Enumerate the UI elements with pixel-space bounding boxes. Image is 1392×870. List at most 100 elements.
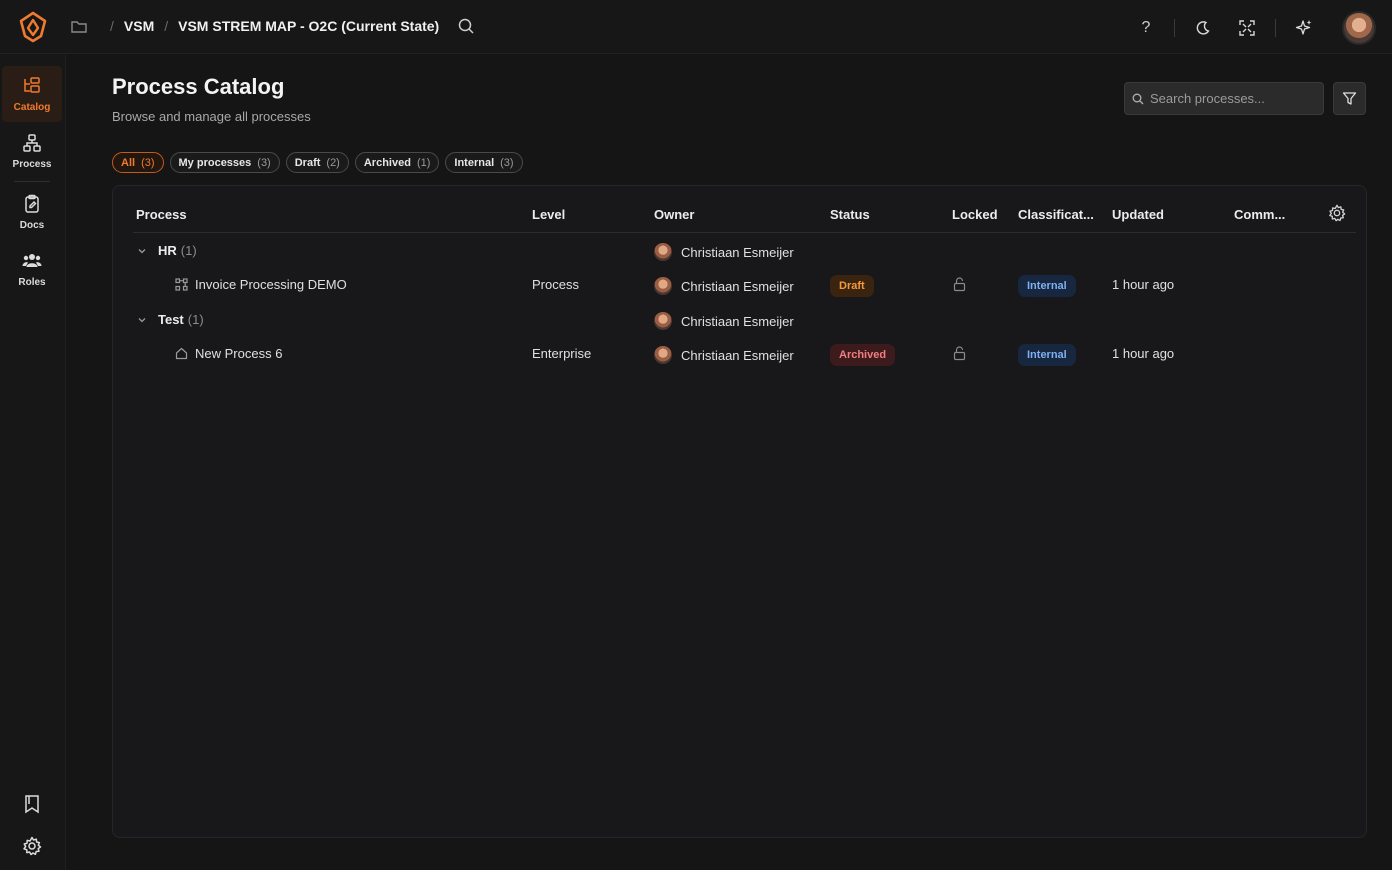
moon-icon [1196,21,1210,35]
help-button[interactable]: ? [1130,12,1162,44]
status-badge: Draft [830,275,874,297]
avatar [654,243,672,261]
owner-cell: Christiaan Esmeijer [654,243,794,261]
avatar [654,346,672,364]
fullscreen-button[interactable] [1231,12,1263,44]
locked-cell [953,346,966,361]
column-header-updated[interactable]: Updated [1112,207,1164,222]
chevron-down-icon[interactable] [137,315,147,325]
group-name: HR [158,243,177,258]
group-count: (1) [187,312,204,327]
table-header: Process Level Owner Status Locked Classi… [113,186,1366,233]
bookmark-icon [25,795,39,814]
group-count: (1) [180,243,197,258]
chevron-down-icon[interactable] [137,246,147,256]
rail-item-catalog[interactable]: Catalog [2,66,62,122]
rail-item-docs[interactable]: Docs [2,184,62,240]
sitemap-icon [23,133,41,152]
unlock-icon[interactable] [953,346,966,361]
help-icon: ? [1141,19,1151,36]
sparkles-icon [1295,20,1312,35]
search-icon[interactable] [457,17,475,35]
top-bar: / VSM / VSM STREM MAP - O2C (Current Sta… [0,0,1392,54]
app-logo-icon[interactable] [16,10,50,44]
search-input[interactable] [1150,91,1320,106]
folder-icon[interactable] [70,17,88,35]
process-table: Process Level Owner Status Locked Classi… [112,185,1367,838]
breadcrumb-separator: / [164,18,169,34]
chip-internal[interactable]: Internal (3) [445,152,523,173]
chip-label: Archived [363,156,411,169]
expand-icon [1239,20,1255,36]
rail-label: Docs [19,219,45,231]
chip-label: Internal [454,156,495,169]
process-flow-icon [175,278,188,291]
search-box[interactable] [1124,82,1324,115]
column-header-level[interactable]: Level [532,207,565,222]
group-name: Test [158,312,184,327]
chip-archived[interactable]: Archived (1) [354,152,440,173]
group-row-hr[interactable]: HR (1) Christiaan Esmeijer [113,237,1366,267]
column-settings-gear-icon[interactable] [1328,204,1346,222]
group-name-cell: HR (1) [137,243,197,258]
chip-label: Draft [294,156,321,169]
left-rail: Catalog Process Docs Roles [0,55,66,870]
breadcrumb-item-vsm[interactable]: VSM [124,18,154,34]
top-right-actions: ? [1130,11,1376,45]
chip-count: (3) [500,156,514,169]
owner-cell: Christiaan Esmeijer [654,277,794,295]
chip-all[interactable]: All (3) [112,152,164,173]
column-header-classification[interactable]: Classificat... [1018,207,1094,222]
rail-item-process[interactable]: Process [2,123,62,179]
process-name[interactable]: Invoice Processing DEMO [195,277,347,292]
owner-cell: Christiaan Esmeijer [654,346,794,364]
process-name-cell: Invoice Processing DEMO [175,277,347,292]
rail-item-roles[interactable]: Roles [2,241,62,297]
filter-icon [1342,92,1357,105]
bookmark-button[interactable] [20,792,44,816]
classification-cell: Internal [1018,344,1076,366]
column-header-owner[interactable]: Owner [654,207,694,222]
updated-cell: 1 hour ago [1112,346,1175,361]
process-name[interactable]: New Process 6 [195,346,282,361]
filter-chips: All (3) My processes (3) Draft (2) Archived… [112,152,523,173]
table-row[interactable]: New Process 6 Enterprise Christiaan Esme… [113,340,1366,370]
settings-button[interactable] [20,834,44,858]
filter-button[interactable] [1333,82,1366,115]
avatar [654,312,672,330]
group-row-test[interactable]: Test (1) Christiaan Esmeijer [113,306,1366,336]
avatar [654,277,672,295]
breadcrumb-item-map[interactable]: VSM STREM MAP - O2C (Current State) [178,18,439,34]
column-header-comments[interactable]: Comm... [1234,207,1285,222]
chip-count: (2) [326,156,340,169]
rail-label: Process [12,158,52,170]
owner-name: Christiaan Esmeijer [681,278,794,294]
breadcrumb-separator: / [110,18,114,34]
rail-label: Roles [18,276,46,288]
chip-label: My processes [178,156,252,169]
ai-assistant-button[interactable] [1288,12,1320,44]
user-avatar[interactable] [1342,11,1376,45]
divider [1275,19,1276,37]
page-subtitle: Browse and manage all processes [112,109,311,124]
header-divider [133,232,1356,233]
page-title: Process Catalog [112,74,285,99]
chip-my-processes[interactable]: My processes (3) [169,152,280,173]
column-header-status[interactable]: Status [830,207,870,222]
gear-icon [23,836,42,856]
status-cell: Draft [830,275,874,297]
chip-draft[interactable]: Draft (2) [285,152,349,173]
unlock-icon[interactable] [953,277,966,292]
chip-count: (3) [141,156,155,169]
users-icon [22,253,42,267]
table-row[interactable]: Invoice Processing DEMO Process Christia… [113,271,1366,301]
column-header-locked[interactable]: Locked [952,207,998,222]
column-header-process[interactable]: Process [136,207,187,222]
process-name-cell: New Process 6 [175,346,282,361]
dark-mode-button[interactable] [1187,12,1219,44]
rail-divider [14,181,50,182]
chip-count: (3) [257,156,271,169]
owner-name: Christiaan Esmeijer [681,244,794,260]
classification-cell: Internal [1018,275,1076,297]
chip-label: All [121,156,136,169]
